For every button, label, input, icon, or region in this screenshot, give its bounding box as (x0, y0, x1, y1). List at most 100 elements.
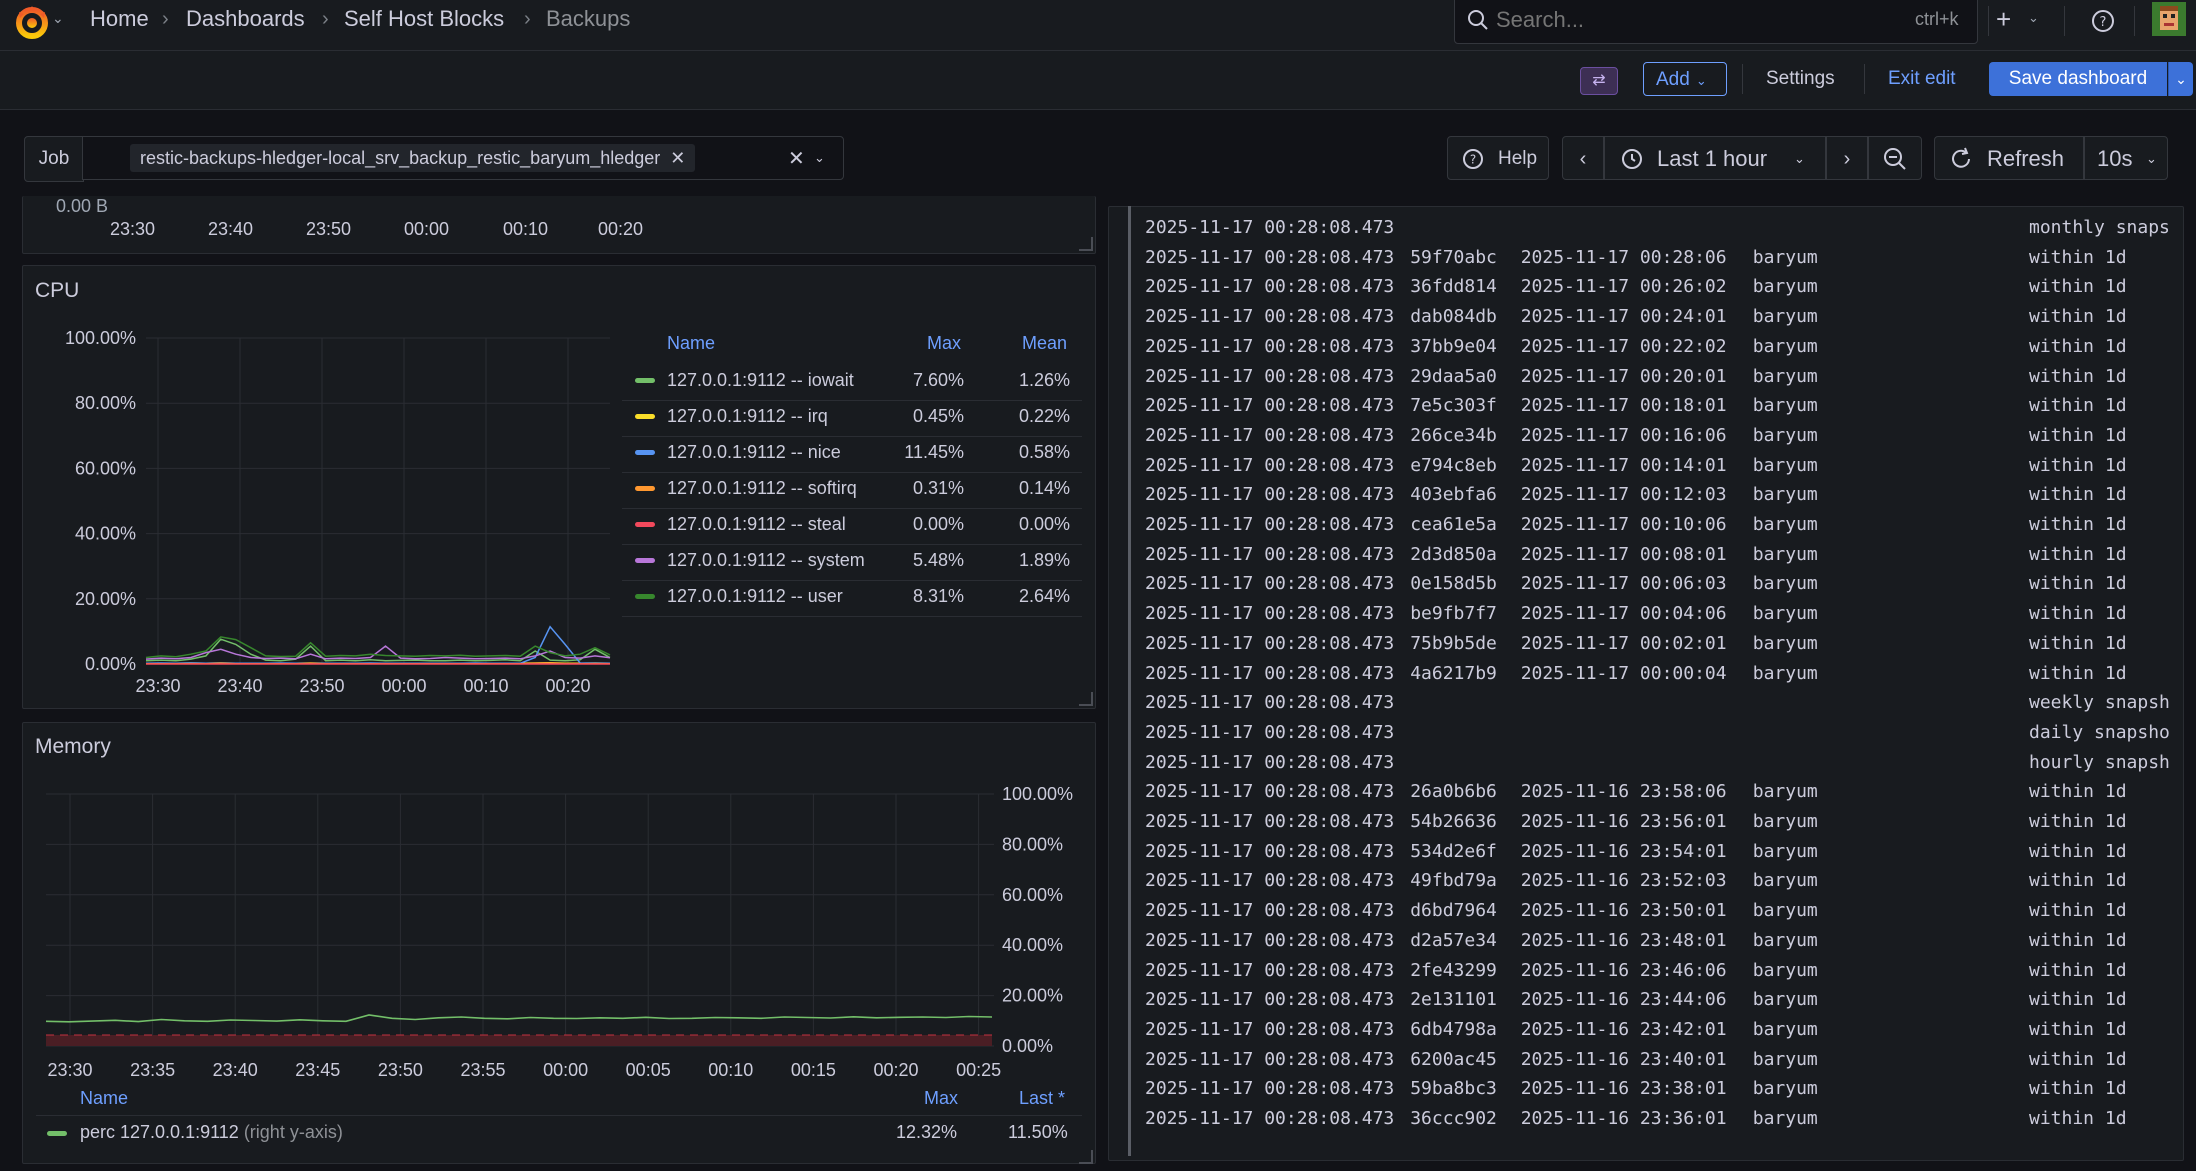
job-value-chip[interactable]: restic-backups-hledger-local_srv_backup_… (130, 144, 696, 172)
log-id: 403ebfa6 (1410, 484, 1497, 506)
legend-item-max: 0.00% (912, 514, 964, 534)
zoom-out-icon (1882, 146, 1908, 177)
legend-item-label[interactable]: 127.0.0.1:9112 -- user (667, 586, 843, 607)
legend-header-last[interactable]: Last * (1019, 1088, 1065, 1109)
legend-item-label[interactable]: perc 127.0.0.1:9112 (right y-axis) (80, 1122, 343, 1143)
log-tag: within 1d (2029, 543, 2127, 565)
breadcrumb-dashboards[interactable]: Dashboards (186, 6, 305, 32)
grafana-logo-icon[interactable] (14, 4, 50, 45)
legend-item-label[interactable]: 127.0.0.1:9112 -- softirq (667, 478, 857, 499)
y-tick-label: 60.00% (1002, 885, 1063, 905)
legend-header-mean[interactable]: Mean (1022, 333, 1067, 354)
log-id: 2d3d850a (1410, 543, 1497, 565)
log-host: baryum (1752, 1048, 1818, 1070)
log-ts: 2025-11-17 00:28:08.473 (1145, 959, 1395, 981)
chevron-down-icon[interactable]: ⌄ (1794, 151, 1805, 167)
log-id: dab084db (1410, 306, 1497, 328)
legend-item-label[interactable]: 127.0.0.1:9112 -- steal (667, 514, 846, 535)
y-tick-label: 60.00% (75, 458, 136, 478)
legend-item-max: 12.32% (896, 1122, 958, 1142)
log-host: baryum (1752, 1078, 1818, 1100)
log-snap: 2025-11-16 23:50:01 (1520, 900, 1727, 922)
legend-swatch (635, 486, 655, 491)
legend-header-name[interactable]: Name (667, 333, 715, 354)
series-line[interactable] (45, 1014, 993, 1023)
log-ts: 2025-11-17 00:28:08.473 (1145, 721, 1395, 743)
panel-title: Memory (35, 735, 111, 758)
log-id: 7e5c303f (1410, 395, 1497, 417)
resize-handle[interactable] (1079, 692, 1093, 706)
divider (622, 400, 1082, 401)
chevron-down-icon[interactable]: ⌄ (814, 150, 825, 166)
log-host: baryum (1752, 603, 1818, 625)
log-tag: within 1d (2029, 306, 2127, 328)
log-tag: within 1d (2029, 514, 2127, 535)
settings-button[interactable]: Settings (1766, 68, 1835, 90)
y-tick-label: 80.00% (75, 393, 136, 413)
legend-header-max[interactable]: Max (927, 333, 961, 354)
log-host: baryum (1752, 959, 1818, 981)
search-input[interactable] (1494, 6, 1858, 34)
y-tick-label: 40.00% (1002, 935, 1063, 955)
divider (622, 508, 1082, 509)
time-shift-forward-button[interactable]: › (1826, 136, 1868, 180)
new-menu-button[interactable]: + (1996, 4, 2011, 35)
clear-icon[interactable]: ✕ (788, 146, 805, 171)
legend-item-label[interactable]: 127.0.0.1:9112 -- irq (667, 406, 828, 427)
chevron-down-icon[interactable]: ⌄ (52, 10, 64, 27)
legend-item-max: 7.60% (912, 370, 964, 390)
log-tag: within 1d (2029, 573, 2127, 595)
y-tick-label: 0.00% (1002, 1036, 1053, 1056)
exit-edit-button[interactable]: Exit edit (1888, 68, 1956, 90)
log-snap: 2025-11-17 00:00:04 (1520, 662, 1727, 684)
log-tag: within 1d (2029, 1108, 2127, 1129)
log-host: baryum (1752, 1018, 1818, 1040)
log-host: baryum (1752, 662, 1818, 684)
log-tag: within 1d (2029, 1048, 2127, 1070)
log-id: be9fb7f7 (1410, 603, 1497, 625)
resize-handle[interactable] (1079, 237, 1093, 251)
log-tag: within 1d (2029, 1018, 2127, 1040)
log-ts: 2025-11-17 00:28:08.473 (1145, 989, 1395, 1011)
legend-header-name[interactable]: Name (80, 1088, 128, 1109)
legend-item-mean: 0.22% (1018, 406, 1070, 426)
time-shift-back-button[interactable]: ‹ (1562, 136, 1604, 180)
legend-item-label[interactable]: 127.0.0.1:9112 -- nice (667, 442, 841, 463)
chevron-down-icon[interactable]: ⌄ (2028, 10, 2039, 26)
chevron-down-icon[interactable]: ⌄ (2168, 62, 2193, 96)
log-host: baryum (1752, 365, 1818, 387)
log-ts: 2025-11-17 00:28:08.473 (1145, 573, 1395, 595)
log-host: baryum (1752, 424, 1818, 446)
legend-swatch (47, 1131, 67, 1136)
breadcrumb-home[interactable]: Home (90, 6, 149, 32)
log-tag: within 1d (2029, 276, 2127, 298)
memory-chart[interactable]: 100.00% 80.00% 60.00% 40.00% 20.00% 0.00% 23:3… (22, 776, 1096, 1086)
log-snap: 2025-11-16 23:58:06 (1520, 781, 1727, 803)
help-icon[interactable]: ? (2090, 8, 2116, 39)
swap-icon[interactable]: ⇄ (1580, 67, 1618, 95)
legend-item-label[interactable]: 127.0.0.1:9112 -- iowait (667, 370, 854, 391)
log-ts: 2025-11-17 00:28:08.473 (1145, 632, 1395, 654)
legend-item-label[interactable]: 127.0.0.1:9112 -- system (667, 550, 865, 571)
resize-handle[interactable] (1079, 1150, 1093, 1164)
log-ts: 2025-11-17 00:28:08.473 (1145, 424, 1395, 446)
log-ts: 2025-11-17 00:28:08.473 (1145, 929, 1395, 951)
log-host: baryum (1752, 573, 1818, 595)
save-dashboard-button[interactable]: Save dashboard (1989, 62, 2167, 96)
chevron-down-icon[interactable]: ⌄ (2146, 151, 2157, 167)
legend-header-max[interactable]: Max (924, 1088, 958, 1109)
x-tick-label: 23:30 (110, 219, 156, 239)
legend-item-max: 11.45% (904, 442, 964, 462)
add-button[interactable]: Add ⌄ (1643, 62, 1727, 96)
cpu-chart[interactable]: 100.00% 80.00% 60.00% 40.00% 20.00% 0.00%23:3… (22, 320, 622, 700)
breadcrumb-folder[interactable]: Self Host Blocks (344, 6, 504, 32)
x-tick-label: 23:50 (299, 676, 344, 696)
log-id: 2e131101 (1410, 989, 1497, 1011)
log-host: baryum (1752, 989, 1818, 1011)
job-variable-label: Job (24, 136, 84, 182)
avatar[interactable] (2152, 2, 2186, 36)
log-snap: 2025-11-17 00:08:01 (1520, 543, 1727, 565)
svg-text:?: ? (1470, 153, 1476, 167)
log-id: 36ccc902 (1410, 1108, 1497, 1129)
remove-icon[interactable]: ✕ (670, 148, 685, 168)
